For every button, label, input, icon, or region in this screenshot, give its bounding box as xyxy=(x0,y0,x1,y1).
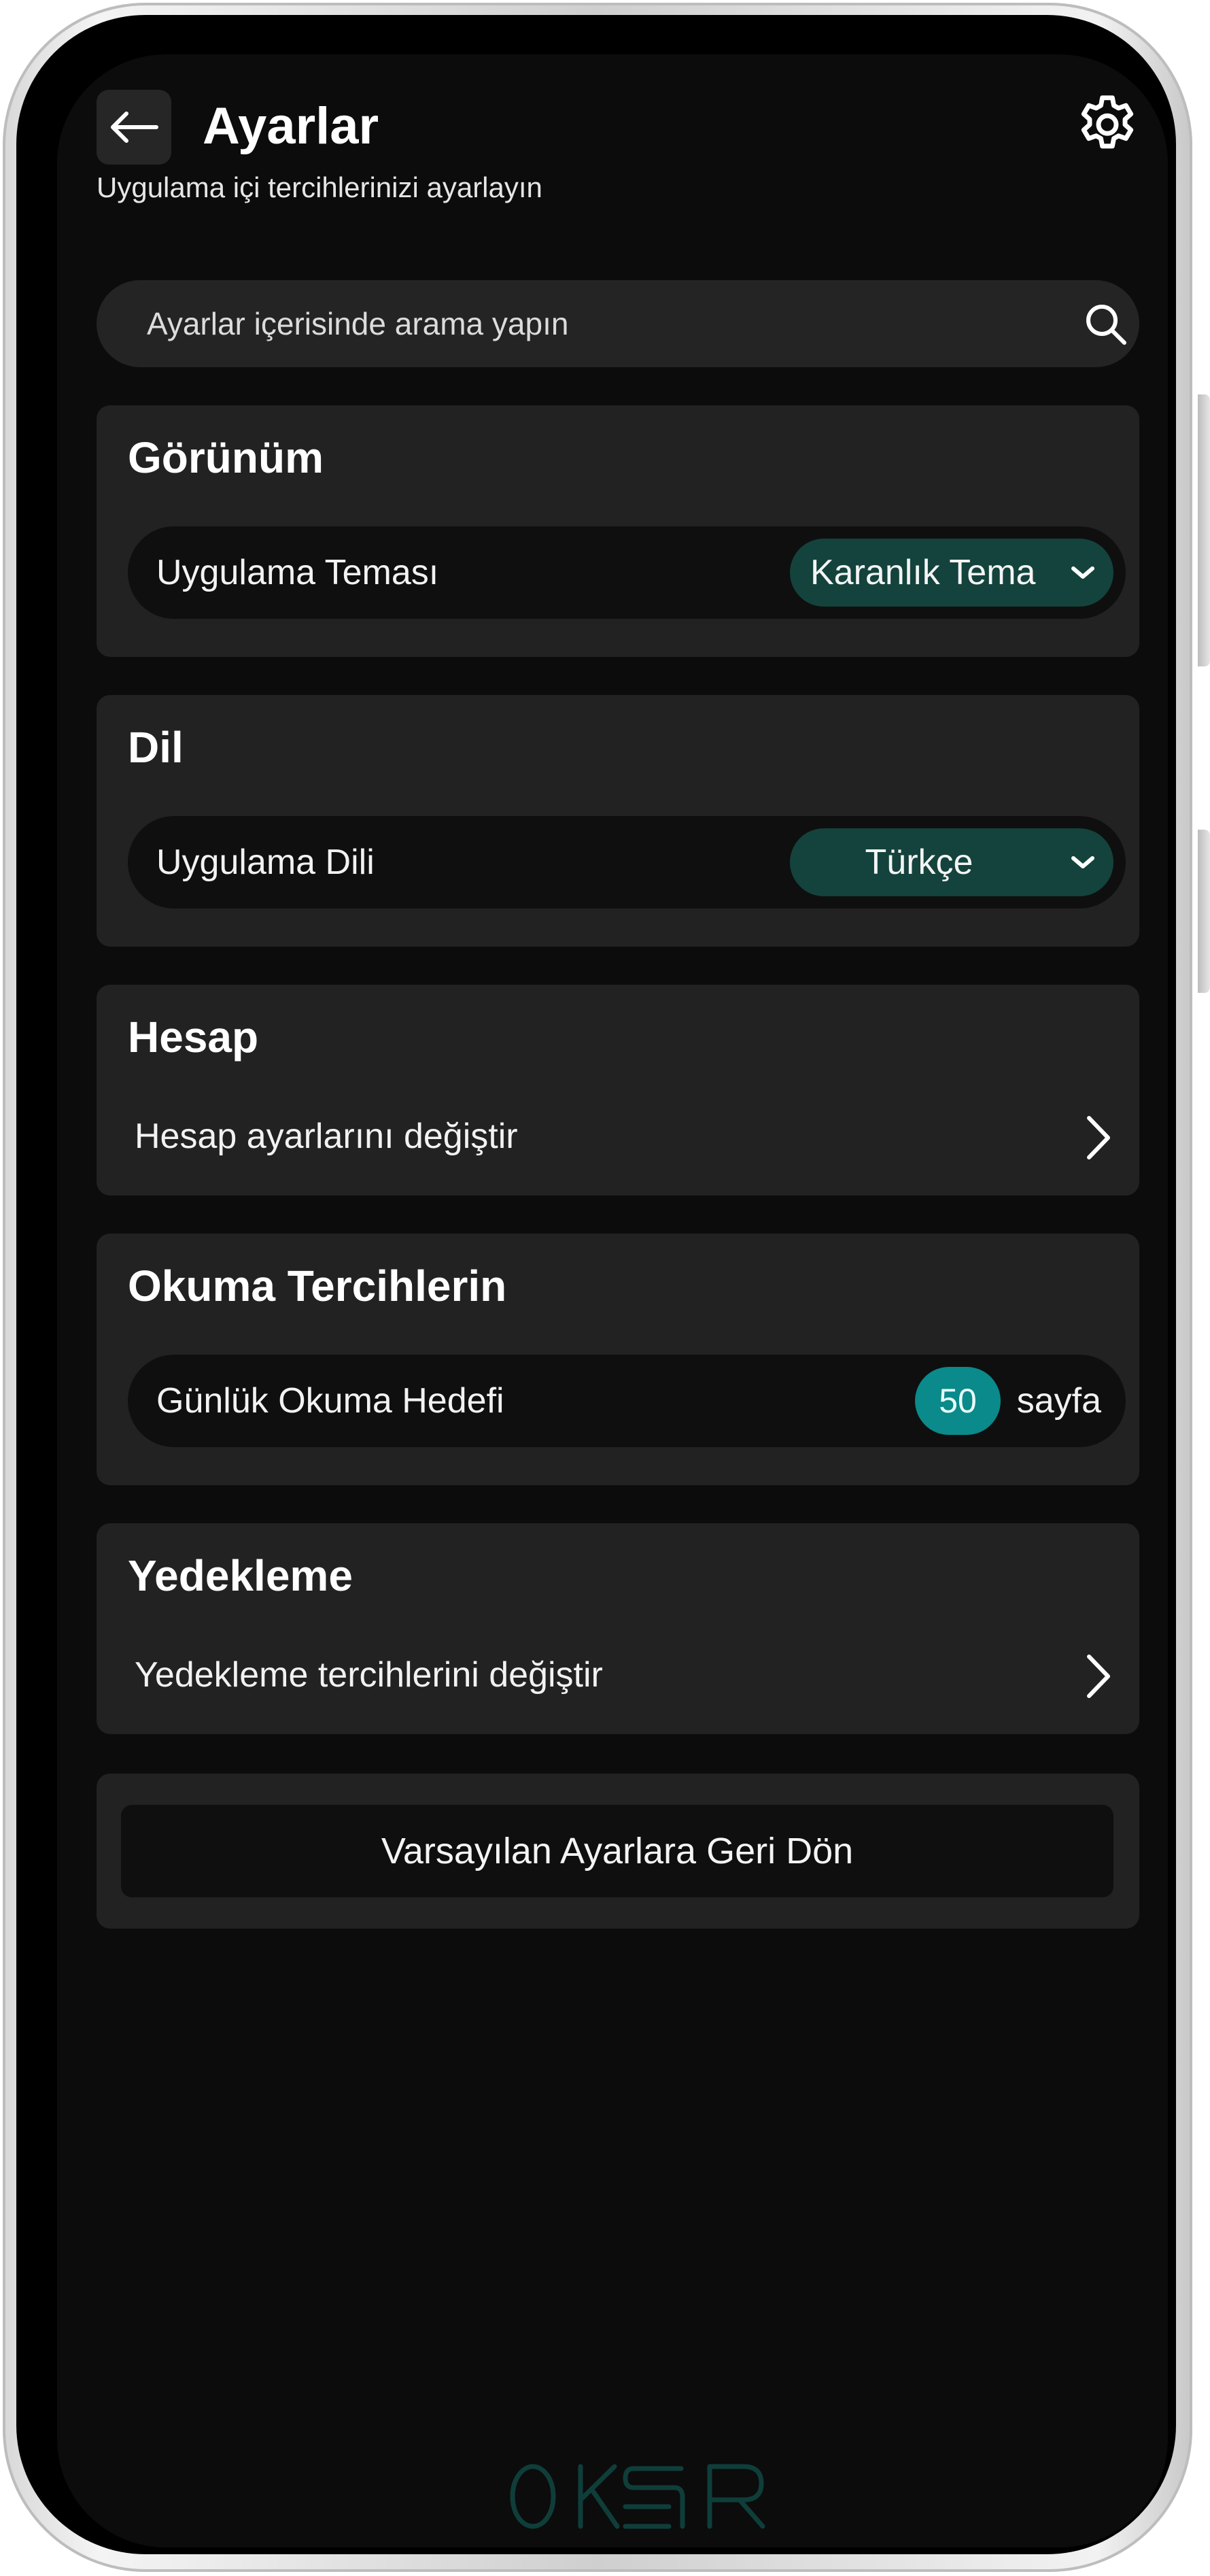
language-title: Dil xyxy=(128,723,184,772)
chevron-down-icon xyxy=(1071,566,1094,579)
volume-button xyxy=(1198,394,1210,666)
chevron-right-icon xyxy=(1087,1655,1110,1698)
backup-title: Yedekleme xyxy=(128,1551,353,1600)
theme-row: Uygulama Teması Karanlık Tema xyxy=(128,526,1126,619)
account-title: Hesap xyxy=(128,1013,259,1062)
appearance-card: Görünüm Uygulama Teması Karanlık Tema xyxy=(97,405,1139,657)
theme-dropdown[interactable]: Karanlık Tema xyxy=(790,539,1113,607)
theme-selected: Karanlık Tema xyxy=(810,553,1036,592)
language-selected: Türkçe xyxy=(865,843,973,882)
backup-card: Yedekleme Yedekleme tercihlerini değişti… xyxy=(97,1523,1139,1734)
reset-defaults-button[interactable]: Varsayılan Ayarlara Geri Dön xyxy=(121,1805,1113,1897)
search-bar xyxy=(97,280,1139,367)
language-label: Uygulama Dili xyxy=(156,843,375,882)
chevron-right-icon xyxy=(1087,1116,1110,1159)
settings-button[interactable] xyxy=(1070,88,1145,163)
back-button[interactable] xyxy=(97,90,171,165)
account-card: Hesap Hesap ayarlarını değiştir xyxy=(97,985,1139,1196)
account-settings-link[interactable]: Hesap ayarlarını değiştir xyxy=(135,1099,1113,1174)
chevron-down-icon xyxy=(1071,856,1094,868)
reading-goal-label: Günlük Okuma Hedefi xyxy=(156,1381,504,1421)
search-input[interactable] xyxy=(147,280,1031,367)
reading-title: Okuma Tercihlerin xyxy=(128,1261,507,1310)
arrow-left-icon xyxy=(111,112,158,143)
backup-settings-link[interactable]: Yedekleme tercihlerini değiştir xyxy=(135,1638,1113,1712)
backup-link-label: Yedekleme tercihlerini değiştir xyxy=(135,1655,603,1695)
reading-goal-input[interactable]: 50 xyxy=(915,1367,1001,1435)
reading-goal-row: Günlük Okuma Hedefi 50 sayfa xyxy=(128,1355,1126,1447)
search-icon[interactable] xyxy=(1082,301,1130,348)
page-title: Ayarlar xyxy=(203,97,379,155)
power-button xyxy=(1198,830,1210,993)
language-dropdown[interactable]: Türkçe xyxy=(790,828,1113,896)
theme-label: Uygulama Teması xyxy=(156,553,439,592)
phone-frame: Ayarlar Uygulama içi tercihlerinizi ayar… xyxy=(16,15,1176,2554)
reading-card: Okuma Tercihlerin Günlük Okuma Hedefi 50… xyxy=(97,1234,1139,1485)
app-screen: Ayarlar Uygulama içi tercihlerinizi ayar… xyxy=(57,54,1168,2547)
reading-goal-unit: sayfa xyxy=(1016,1381,1101,1421)
reset-card: Varsayılan Ayarlara Geri Dön xyxy=(97,1774,1139,1929)
account-link-label: Hesap ayarlarını değiştir xyxy=(135,1117,518,1156)
appearance-title: Görünüm xyxy=(128,433,324,482)
okur-logo xyxy=(510,2464,765,2529)
page-subtitle: Uygulama içi tercihlerinizi ayarlayın xyxy=(97,171,542,203)
language-card: Dil Uygulama Dili Türkçe xyxy=(97,695,1139,947)
language-row: Uygulama Dili Türkçe xyxy=(128,816,1126,909)
gear-icon xyxy=(1081,95,1134,149)
